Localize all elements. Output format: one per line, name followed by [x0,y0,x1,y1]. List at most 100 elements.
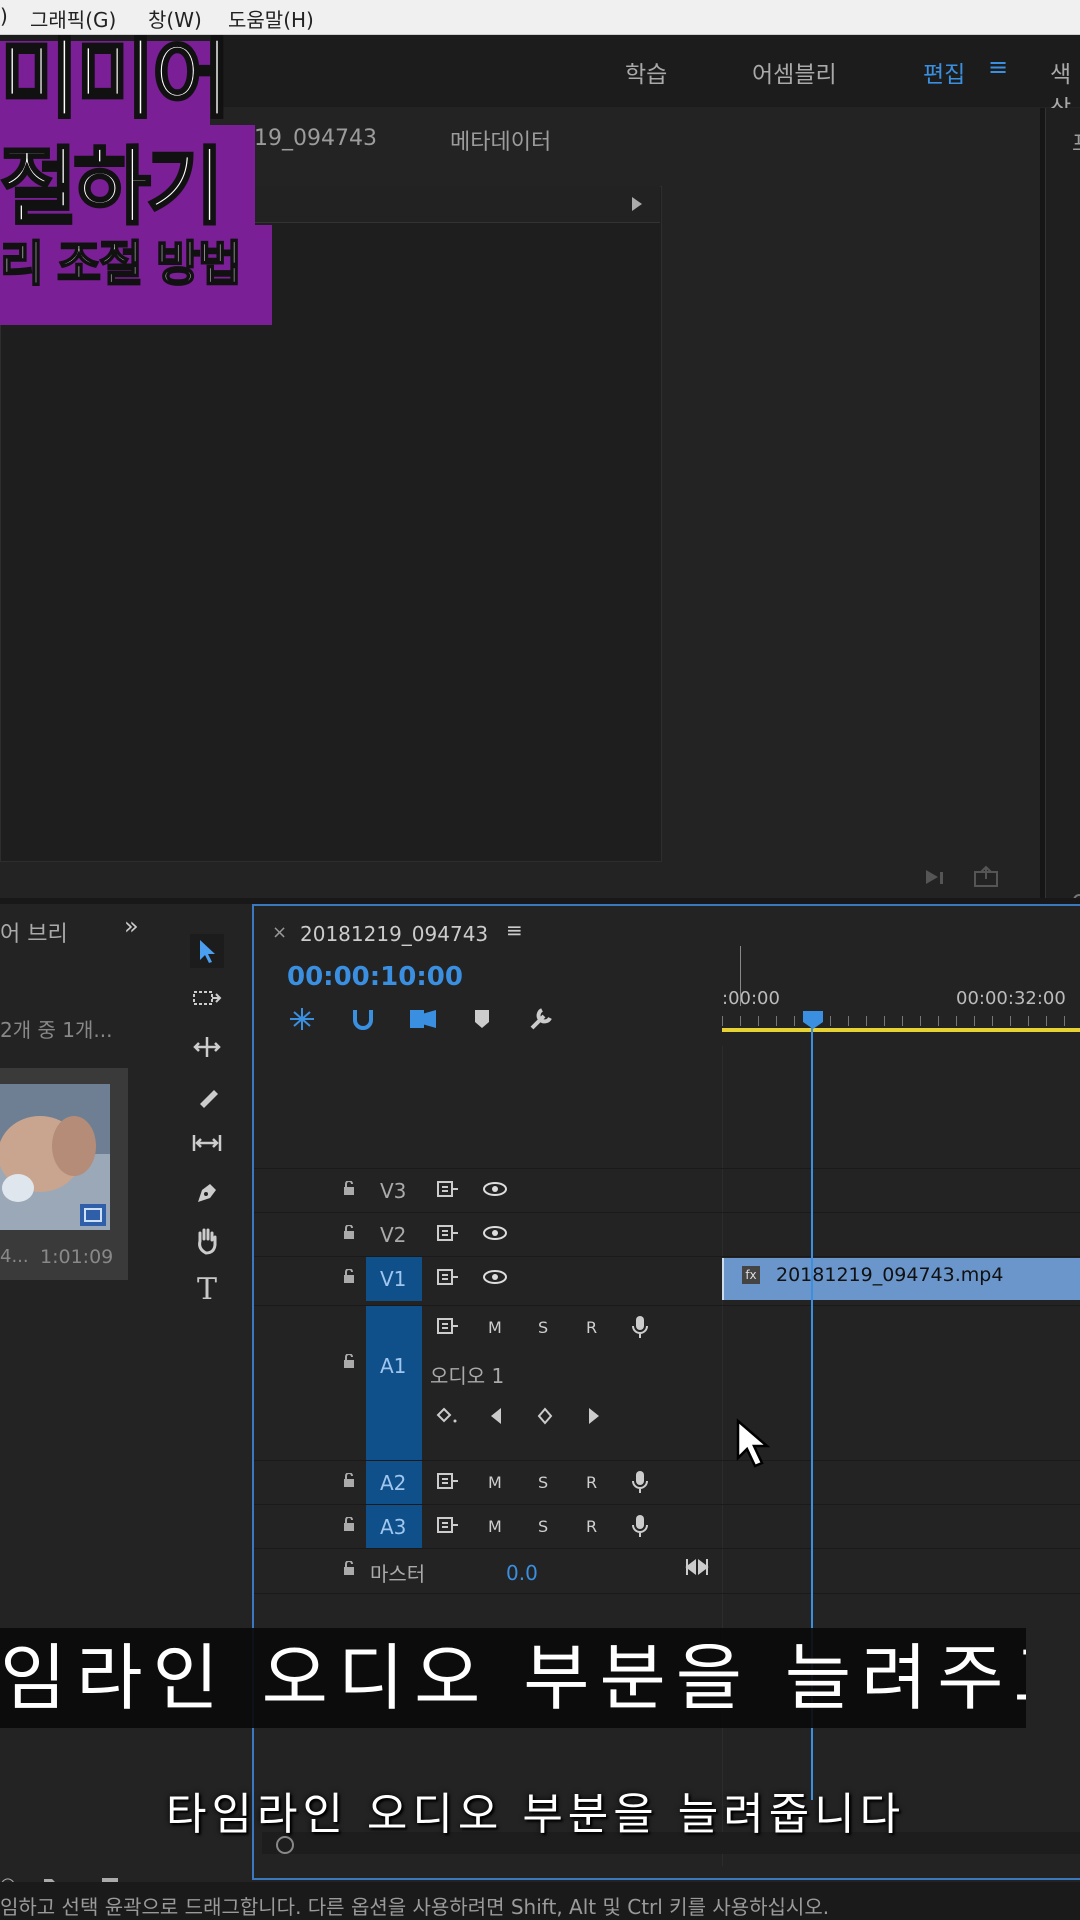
project-tab[interactable]: 어 브리 [0,916,68,948]
sequence-menu-icon[interactable]: ≡ [506,918,523,942]
keyframe-toggle-icon[interactable] [436,1406,460,1426]
snap-magnet-icon[interactable] [350,1006,376,1032]
menu-partial[interactable]: ) [0,4,8,28]
eye-icon[interactable] [482,1179,508,1199]
track-v3[interactable]: V3 [254,1168,1080,1213]
solo-button[interactable]: S [538,1318,548,1337]
sync-lock-icon[interactable] [436,1515,460,1535]
ruler-start-label: :00:00 [722,988,780,1009]
mute-button[interactable]: M [488,1473,502,1492]
track-label-a1[interactable]: A1 [380,1354,406,1378]
eye-icon[interactable] [482,1223,508,1243]
lock-icon[interactable] [342,1561,356,1575]
mouse-cursor-icon [736,1418,771,1468]
lock-icon[interactable] [342,1181,356,1195]
razor-tool-icon[interactable] [190,1080,224,1114]
track-label-a3[interactable]: A3 [380,1515,406,1539]
sync-lock-icon[interactable] [436,1179,460,1199]
track-label-v2[interactable]: V2 [380,1223,406,1247]
export-icon[interactable] [972,864,1002,888]
track-master[interactable]: 마스터 0.0 [254,1548,1080,1594]
track-v2[interactable]: V2 [254,1212,1080,1257]
video-title-overlay: 미미어 절하기 리 조절 방법 [0,35,275,330]
settings-wrench-icon[interactable] [528,1006,556,1032]
tab-metadata[interactable]: 메타데이터 [450,124,551,156]
solo-button[interactable]: S [538,1473,548,1492]
clip-name-partial: 4... [0,1246,29,1267]
playhead-timecode[interactable]: 00:00:10:00 [287,962,463,992]
next-keyframe-icon[interactable] [586,1406,602,1426]
pen-tool-icon[interactable] [190,1176,224,1210]
workspace-editing[interactable]: 편집 [923,55,965,89]
solo-button[interactable]: S [538,1517,548,1536]
workspace-menu-icon[interactable]: ≡ [988,53,1008,81]
record-button[interactable]: R [586,1318,597,1337]
add-keyframe-icon[interactable] [536,1406,554,1426]
track-select-tool-icon[interactable] [190,982,224,1016]
linked-selection-icon[interactable] [408,1006,438,1032]
ripple-edit-tool-icon[interactable] [190,1030,224,1064]
sync-lock-icon[interactable] [436,1267,460,1287]
lock-icon[interactable] [342,1354,356,1368]
hand-tool-icon[interactable] [190,1224,224,1258]
lock-icon[interactable] [342,1517,356,1531]
work-area-bar[interactable] [722,1028,1080,1032]
master-label: 마스터 [370,1562,426,1586]
track-target-a1[interactable] [366,1306,422,1461]
record-button[interactable]: R [586,1473,597,1492]
selection-count: 2개 중 1개... [0,1018,113,1042]
right-panel-tab[interactable]: 프 [1072,126,1080,158]
workspace-assembly[interactable]: 어셈블리 [752,55,837,89]
slip-tool-icon[interactable] [190,1126,224,1160]
track-label-v3[interactable]: V3 [380,1179,406,1203]
eye-icon[interactable] [482,1267,508,1287]
mute-button[interactable]: M [488,1318,502,1337]
tools-panel: T [160,904,240,1884]
ruler-in-mark [740,946,741,1006]
project-clip-card[interactable]: 4... 1:01:09 [0,1068,128,1280]
lock-icon[interactable] [342,1473,356,1487]
play-arrow-icon[interactable] [630,196,644,212]
sync-lock-icon[interactable] [436,1316,460,1336]
audio-track-name[interactable]: 오디오 1 [430,1360,504,1389]
workspace-learn[interactable]: 학습 [625,55,667,89]
panel-overflow-icon[interactable]: » [124,912,139,940]
overlay-line3: 리 조절 방법 [0,236,243,292]
caption-primary: 임라인 오디오 부분을 늘려주고, [0,1636,1026,1720]
sync-lock-icon[interactable] [436,1471,460,1491]
master-bracket-icon[interactable] [684,1557,710,1577]
track-v1[interactable]: V1 fx 20181219_094743.mp4 [254,1256,1080,1301]
track-label-v1[interactable]: V1 [380,1267,406,1291]
close-sequence-icon[interactable]: × [272,922,287,943]
menu-graphics[interactable]: 그래픽(G) [30,4,116,33]
mute-button[interactable]: M [488,1517,502,1536]
selection-tool-icon[interactable] [190,934,224,968]
add-marker-icon[interactable] [472,1008,492,1030]
track-label-a2[interactable]: A2 [380,1471,406,1495]
microphone-icon[interactable] [630,1469,650,1495]
master-volume[interactable]: 0.0 [506,1561,538,1585]
caption-secondary: 타임라인 오디오 부분을 늘려줍니다 [166,1789,906,1840]
microphone-icon[interactable] [630,1314,650,1340]
lock-icon[interactable] [342,1269,356,1283]
record-button[interactable]: R [586,1517,597,1536]
nest-icon[interactable] [288,1006,316,1032]
right-panel: 프 [1045,108,1080,914]
type-tool-icon[interactable]: T [190,1272,224,1307]
sequence-tab[interactable]: 20181219_094743 [300,922,488,946]
track-a3[interactable]: A3 M S R [254,1504,1080,1549]
prev-keyframe-icon[interactable] [488,1406,504,1426]
track-a2[interactable]: A2 M S R [254,1460,1080,1505]
lock-icon[interactable] [342,1225,356,1239]
track-a1[interactable]: A1 M S R 오디오 1 [254,1305,1080,1461]
clip-thumbnail[interactable] [0,1084,110,1230]
sync-lock-icon[interactable] [436,1223,460,1243]
menu-help[interactable]: 도움말(H) [228,4,314,33]
insert-icon[interactable] [924,866,954,888]
playhead-handle-icon[interactable] [802,1010,824,1030]
menu-window[interactable]: 창(W) [148,4,202,33]
project-panel: 어 브리 » 2개 중 1개... ○ [0,904,155,1895]
microphone-icon[interactable] [630,1513,650,1539]
time-ruler[interactable]: :00:00 00:00:32:00 [722,946,1080,1044]
video-clip[interactable]: fx 20181219_094743.mp4 [722,1258,1080,1300]
